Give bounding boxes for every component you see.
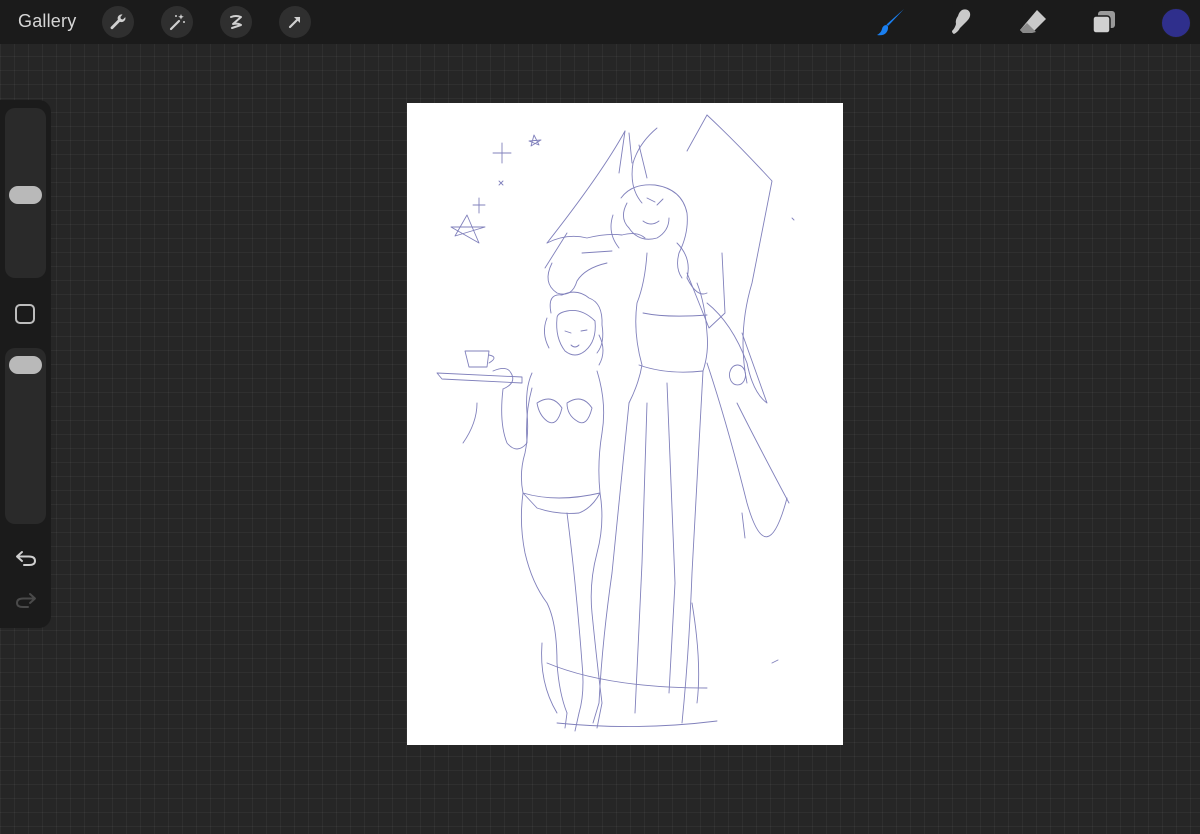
undo-icon xyxy=(16,551,37,566)
top-toolbar: Gallery xyxy=(0,0,1200,44)
adjustments-button[interactable] xyxy=(161,6,193,38)
smudge-icon xyxy=(952,9,971,34)
eraser-tool-button[interactable] xyxy=(1016,5,1050,39)
magic-wand-icon xyxy=(169,14,185,31)
eraser-icon xyxy=(1020,10,1046,33)
brush-icon xyxy=(877,9,904,36)
opacity-slider[interactable] xyxy=(5,348,46,524)
selection-icon xyxy=(230,15,242,29)
layers-icon xyxy=(1092,11,1115,34)
undo-button[interactable] xyxy=(11,546,41,570)
left-sidebar xyxy=(0,100,51,628)
modify-button[interactable] xyxy=(15,304,35,324)
actions-button[interactable] xyxy=(102,6,134,38)
sketch-artwork xyxy=(436,114,795,732)
redo-icon xyxy=(15,593,36,608)
color-picker-swatch[interactable] xyxy=(1161,8,1191,38)
opacity-slider-thumb[interactable] xyxy=(9,356,42,374)
sparkle-stars xyxy=(450,134,542,244)
brush-size-slider[interactable] xyxy=(5,108,46,278)
redo-button[interactable] xyxy=(11,588,41,612)
transform-arrow-icon xyxy=(288,16,301,29)
brush-size-slider-thumb[interactable] xyxy=(9,186,42,204)
drawing-canvas[interactable] xyxy=(407,103,843,745)
gallery-button[interactable]: Gallery xyxy=(18,11,76,32)
transform-button[interactable] xyxy=(279,6,311,38)
wrench-icon xyxy=(110,14,126,30)
layers-button[interactable] xyxy=(1087,5,1121,39)
selection-button[interactable] xyxy=(220,6,252,38)
brush-tool-button[interactable] xyxy=(874,5,908,39)
smudge-tool-button[interactable] xyxy=(945,5,979,39)
